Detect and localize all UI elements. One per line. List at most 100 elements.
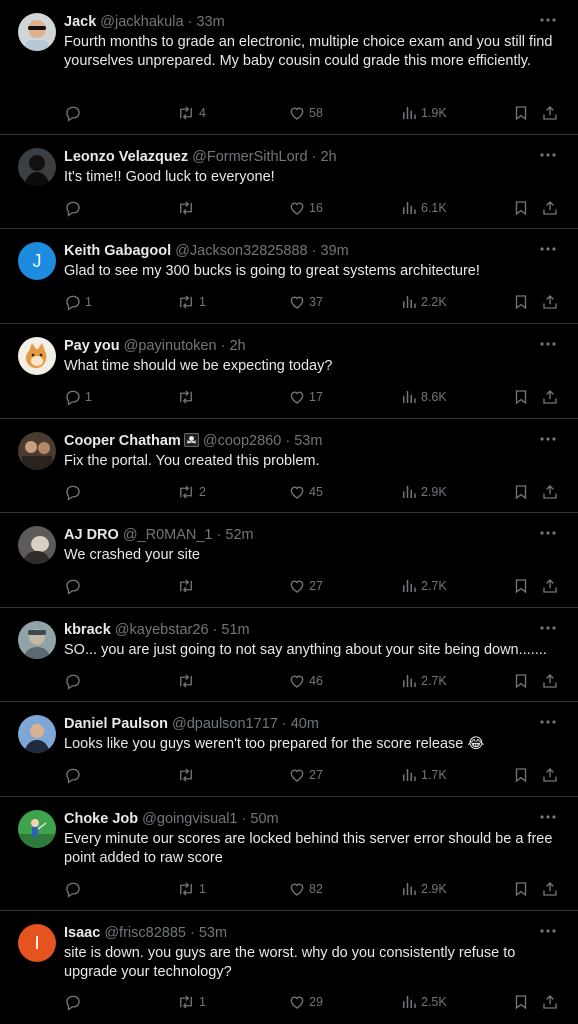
display-name[interactable]: Daniel Paulson (64, 716, 168, 732)
share-button[interactable] (541, 575, 559, 597)
user-handle[interactable]: @goingvisual1 (142, 811, 237, 827)
user-handle[interactable]: @kayebstar26 (115, 622, 209, 638)
tweet[interactable]: Jack @jackhakula · 33m Fourth months to … (0, 0, 578, 135)
retweet-button[interactable]: 4 (176, 102, 206, 124)
views-button[interactable]: 8.6K (400, 386, 447, 408)
share-button[interactable] (541, 197, 559, 219)
timestamp[interactable]: 51m (221, 622, 249, 638)
like-button[interactable]: 46 (288, 670, 323, 692)
retweet-button[interactable]: 1 (176, 991, 206, 1013)
like-button[interactable]: 82 (288, 878, 323, 900)
avatar[interactable] (18, 337, 56, 375)
display-name[interactable]: Cooper Chatham (64, 433, 181, 449)
bookmark-button[interactable] (512, 878, 530, 900)
timestamp[interactable]: 33m (196, 14, 224, 30)
avatar[interactable]: J (18, 242, 56, 280)
like-button[interactable]: 27 (288, 764, 323, 786)
views-button[interactable]: 2.9K (400, 481, 447, 503)
avatar[interactable]: I (18, 924, 56, 962)
reply-button[interactable] (64, 481, 85, 503)
views-button[interactable]: 1.7K (400, 764, 447, 786)
views-button[interactable]: 1.9K (400, 102, 447, 124)
reply-button[interactable] (64, 764, 85, 786)
retweet-button[interactable]: 2 (176, 481, 206, 503)
views-button[interactable]: 2.5K (400, 991, 447, 1013)
display-name[interactable]: Keith Gabagool (64, 243, 171, 259)
timestamp[interactable]: 52m (225, 527, 253, 543)
display-name[interactable]: AJ DRO (64, 527, 119, 543)
like-button[interactable]: 58 (288, 102, 323, 124)
timestamp[interactable]: 2h (229, 338, 245, 354)
retweet-button[interactable]: 1 (176, 878, 206, 900)
tweet[interactable]: J Keith Gabagool @Jackson32825888 · 39m … (0, 229, 578, 324)
more-options-icon[interactable] (536, 712, 560, 732)
bookmark-button[interactable] (512, 670, 530, 692)
retweet-button[interactable] (176, 764, 199, 786)
timestamp[interactable]: 50m (250, 811, 278, 827)
timestamp[interactable]: 2h (320, 149, 336, 165)
views-button[interactable]: 2.2K (400, 291, 447, 313)
avatar[interactable] (18, 432, 56, 470)
display-name[interactable]: Jack (64, 14, 96, 30)
bookmark-button[interactable] (512, 764, 530, 786)
like-button[interactable]: 45 (288, 481, 323, 503)
tweet[interactable]: Pay you @payinutoken · 2h What time shou… (0, 324, 578, 419)
retweet-button[interactable] (176, 575, 199, 597)
bookmark-button[interactable] (512, 102, 530, 124)
display-name[interactable]: Isaac (64, 925, 100, 941)
share-button[interactable] (541, 878, 559, 900)
bookmark-button[interactable] (512, 386, 530, 408)
share-button[interactable] (541, 102, 559, 124)
tweet[interactable]: I Isaac @frisc82885 · 53m site is down. … (0, 911, 578, 1024)
more-options-icon[interactable] (536, 523, 560, 543)
reply-button[interactable] (64, 991, 85, 1013)
share-button[interactable] (541, 670, 559, 692)
bookmark-button[interactable] (512, 481, 530, 503)
reply-button[interactable] (64, 102, 85, 124)
avatar[interactable] (18, 13, 56, 51)
avatar[interactable] (18, 810, 56, 848)
reply-button[interactable]: 1 (64, 386, 92, 408)
retweet-button[interactable] (176, 670, 199, 692)
user-handle[interactable]: @_R0MAN_1 (123, 527, 213, 543)
user-handle[interactable]: @FormerSithLord (192, 149, 307, 165)
retweet-button[interactable] (176, 386, 199, 408)
more-options-icon[interactable] (536, 239, 560, 259)
display-name[interactable]: Leonzo Velazquez (64, 149, 188, 165)
user-handle[interactable]: @coop2860 (203, 433, 281, 449)
reply-button[interactable] (64, 575, 85, 597)
like-button[interactable]: 27 (288, 575, 323, 597)
more-options-icon[interactable] (536, 921, 560, 941)
retweet-button[interactable] (176, 197, 199, 219)
avatar[interactable] (18, 148, 56, 186)
user-handle[interactable]: @Jackson32825888 (175, 243, 307, 259)
share-button[interactable] (541, 764, 559, 786)
display-name[interactable]: kbrack (64, 622, 111, 638)
like-button[interactable]: 17 (288, 386, 323, 408)
reply-button[interactable] (64, 670, 85, 692)
more-options-icon[interactable] (536, 334, 560, 354)
views-button[interactable]: 2.7K (400, 575, 447, 597)
bookmark-button[interactable] (512, 291, 530, 313)
views-button[interactable]: 2.7K (400, 670, 447, 692)
user-handle[interactable]: @dpaulson1717 (172, 716, 278, 732)
bookmark-button[interactable] (512, 991, 530, 1013)
tweet[interactable]: Choke Job @goingvisual1 · 50m Every minu… (0, 797, 578, 911)
display-name[interactable]: Choke Job (64, 811, 138, 827)
tweet[interactable]: Daniel Paulson @dpaulson1717 · 40m Looks… (0, 702, 578, 797)
user-handle[interactable]: @payinutoken (124, 338, 217, 354)
avatar[interactable] (18, 526, 56, 564)
tweet[interactable]: Leonzo Velazquez @FormerSithLord · 2h It… (0, 135, 578, 229)
share-button[interactable] (541, 386, 559, 408)
like-button[interactable]: 16 (288, 197, 323, 219)
more-options-icon[interactable] (536, 618, 560, 638)
share-button[interactable] (541, 291, 559, 313)
share-button[interactable] (541, 991, 559, 1013)
avatar[interactable] (18, 621, 56, 659)
display-name[interactable]: Pay you (64, 338, 120, 354)
bookmark-button[interactable] (512, 197, 530, 219)
share-button[interactable] (541, 481, 559, 503)
views-button[interactable]: 2.9K (400, 878, 447, 900)
bookmark-button[interactable] (512, 575, 530, 597)
reply-button[interactable] (64, 878, 85, 900)
